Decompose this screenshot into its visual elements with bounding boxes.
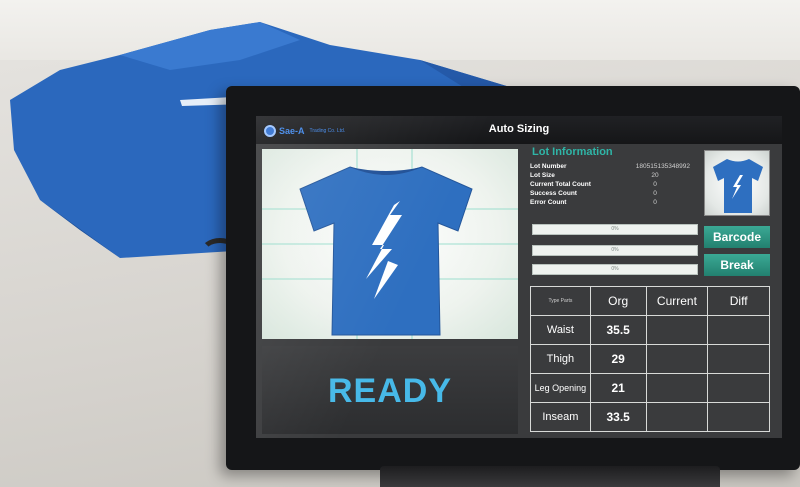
error-count-label: Error Count xyxy=(530,199,567,206)
progress-bar-3: 0% xyxy=(532,264,698,275)
camera-preview xyxy=(262,149,518,339)
current-cell xyxy=(645,315,709,345)
barcode-button[interactable]: Barcode xyxy=(704,226,770,248)
current-total-count-row: Current Total Count 0 xyxy=(530,180,690,189)
diff-cell xyxy=(707,402,770,432)
org-cell: 35.5 xyxy=(589,315,647,345)
tshirt-lightning-icon xyxy=(262,149,518,339)
progress-label-2: 0% xyxy=(611,247,619,253)
measurement-table: Type Parts Org Current Diff Waist 35.5 T… xyxy=(530,286,770,432)
org-cell: 21 xyxy=(589,373,647,403)
lot-info-list: Lot Number 180515135348992 Lot Size 20 C… xyxy=(530,162,690,207)
lot-size-label: Lot Size xyxy=(530,172,555,179)
part-cell: Leg Opening xyxy=(530,373,591,403)
table-row: Thigh 29 xyxy=(530,344,770,374)
part-cell: Waist xyxy=(530,315,591,345)
table-row: Waist 35.5 xyxy=(530,315,770,345)
org-header: Org xyxy=(589,286,647,316)
diff-cell xyxy=(707,315,770,345)
success-count-label: Success Count xyxy=(530,190,577,197)
lot-number-row: Lot Number 180515135348992 xyxy=(530,162,690,171)
break-button[interactable]: Break xyxy=(704,254,770,276)
progress-bar-2: 0% xyxy=(532,245,698,256)
table-row: Leg Opening 21 xyxy=(530,373,770,403)
part-cell: Thigh xyxy=(530,344,591,374)
current-cell xyxy=(645,402,709,432)
diff-header: Diff xyxy=(707,286,770,316)
current-total-count-label: Current Total Count xyxy=(530,181,591,188)
error-count-row: Error Count 0 xyxy=(530,198,690,207)
current-header: Current xyxy=(645,286,709,316)
progress-bar-1: 0% xyxy=(532,224,698,235)
progress-label-3: 0% xyxy=(611,266,619,272)
status-panel: READY xyxy=(262,346,518,434)
monitor-stand xyxy=(380,466,720,487)
success-count-row: Success Count 0 xyxy=(530,189,690,198)
error-count-value: 0 xyxy=(653,199,657,206)
app-title: Auto Sizing xyxy=(488,123,550,135)
table-header-row: Type Parts Org Current Diff xyxy=(530,286,770,316)
tshirt-thumbnail-icon xyxy=(713,159,763,213)
org-cell: 33.5 xyxy=(589,402,647,432)
app-screen: Sae-A Trading Co. Ltd. Auto Sizing READY… xyxy=(256,116,782,438)
lot-size-value: 20 xyxy=(651,172,659,179)
lot-size-row: Lot Size 20 xyxy=(530,171,690,180)
current-cell xyxy=(645,344,709,374)
table-row: Inseam 33.5 xyxy=(530,402,770,432)
org-cell: 29 xyxy=(589,344,647,374)
current-total-count-value: 0 xyxy=(653,181,657,188)
progress-label-1: 0% xyxy=(611,226,619,232)
diff-cell xyxy=(707,344,770,374)
part-cell: Inseam xyxy=(530,402,591,432)
lot-info-header: Lot Information xyxy=(532,146,613,158)
status-text: READY xyxy=(327,372,453,410)
lot-number-label: Lot Number xyxy=(530,163,567,170)
title-bar: Sae-A Trading Co. Ltd. Auto Sizing xyxy=(256,116,782,144)
lot-number-value: 180515135348992 xyxy=(635,163,690,170)
current-cell xyxy=(645,373,709,403)
success-count-value: 0 xyxy=(653,190,657,197)
type-parts-header: Type Parts xyxy=(530,286,591,316)
diff-cell xyxy=(707,373,770,403)
tshirt-thumbnail xyxy=(704,150,770,216)
